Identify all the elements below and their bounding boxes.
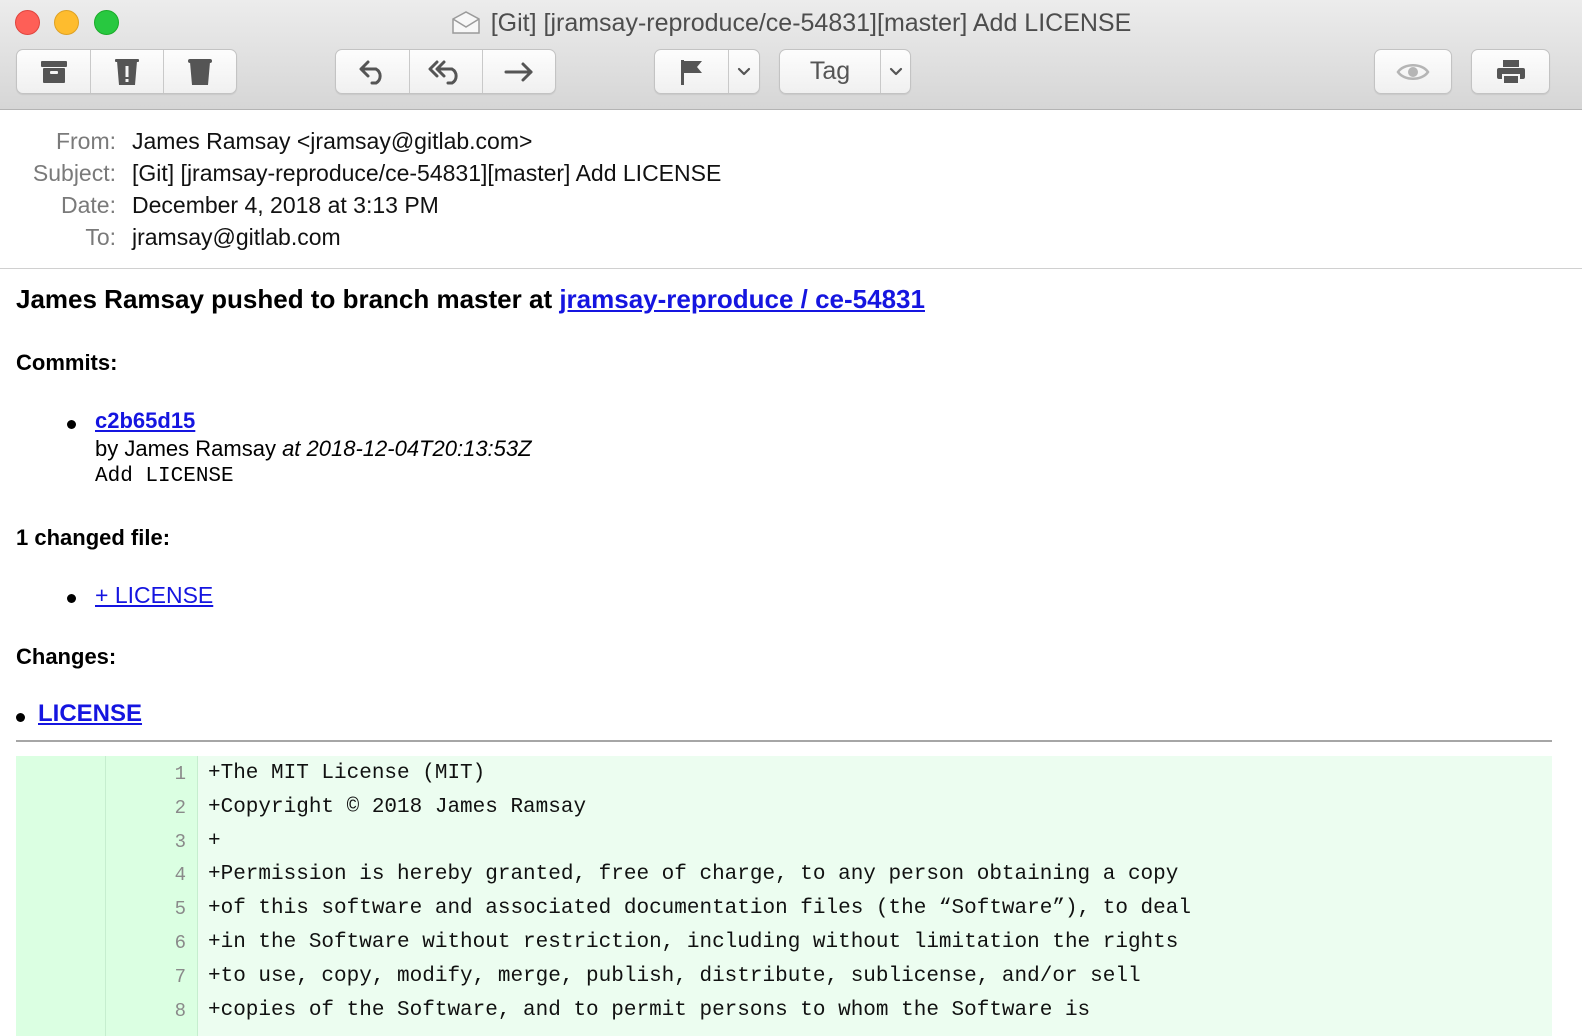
junk-button[interactable] (91, 50, 164, 93)
header-divider (0, 268, 1582, 269)
diff-line-number: 6 (174, 932, 186, 954)
window-title-bar: [Git] [jramsay-reproduce/ce-54831][maste… (0, 6, 1582, 44)
eye-icon (1396, 61, 1430, 83)
to-row: To: jramsay@gitlab.com (0, 221, 1582, 253)
tag-chevron-icon (889, 67, 903, 77)
print-group (1471, 49, 1550, 94)
from-row: From: James Ramsay <jramsay@gitlab.com> (0, 125, 1582, 157)
diff-line-number: 4 (174, 864, 186, 887)
chevron-down-icon (737, 67, 751, 77)
date-row: Date: December 4, 2018 at 3:13 PM (0, 189, 1582, 221)
diff-line-code: +Permission is hereby granted, free of c… (208, 863, 1179, 887)
diff-line: 7 +to use, copy, modify, merge, publish, … (16, 960, 1552, 994)
forward-button[interactable] (483, 50, 555, 93)
changes-file-item: LICENSE (38, 700, 142, 728)
commit-sha-link[interactable]: c2b65d15 (95, 408, 195, 433)
diff-line-number: 1 (174, 763, 186, 785)
print-button[interactable] (1472, 50, 1549, 93)
commit-meta: by James Ramsay at 2018-12-04T20:13:53Z (95, 435, 532, 463)
flag-menu-button[interactable] (729, 50, 759, 93)
headline-text: James Ramsay pushed to branch master at (16, 284, 560, 314)
diff-table: 1 +The MIT License (MIT) 2 +Copyright © 201… (16, 756, 1552, 1036)
diff-line-code: +copies of the Software, and to permit p… (208, 998, 1091, 1022)
from-value[interactable]: James Ramsay <jramsay@gitlab.com> (132, 125, 532, 157)
changes-bullet (16, 713, 25, 722)
print-icon (1495, 58, 1527, 86)
diff-line-number: 3 (174, 830, 186, 853)
diff-line-number: 2 (174, 796, 186, 819)
changed-files-heading: 1 changed file: (16, 525, 171, 550)
diff-line-code: +The MIT License (MIT) (208, 762, 486, 785)
commit-author: by James Ramsay (95, 436, 283, 461)
archive-button[interactable] (17, 50, 91, 93)
reply-all-button[interactable] (410, 50, 483, 93)
project-link[interactable]: jramsay-reproduce / ce-54831 (559, 284, 925, 314)
preview-button[interactable] (1375, 50, 1451, 93)
trash-icon (187, 57, 213, 87)
commit-bullet (67, 420, 76, 429)
archive-icon (39, 59, 69, 85)
tag-group: Tag (779, 49, 911, 94)
subject-label: Subject: (32, 160, 116, 186)
to-label: To: (85, 224, 116, 250)
commit-message: Add LICENSE (95, 465, 234, 488)
diff-line-number: 8 (174, 999, 186, 1022)
diff-line: 6 +in the Software without restriction, i… (16, 926, 1552, 960)
date-value: December 4, 2018 at 3:13 PM (132, 192, 439, 218)
mailbox-actions-group (16, 49, 237, 94)
commit-timestamp: at 2018-12-04T20:13:53Z (282, 436, 532, 461)
diff-line: 2 +Copyright © 2018 James Ramsay (16, 791, 1552, 825)
window-title: [Git] [jramsay-reproduce/ce-54831][maste… (490, 9, 1132, 37)
diff-line-number: 7 (174, 965, 186, 988)
subject-value: [Git] [jramsay-reproduce/ce-54831][maste… (132, 160, 722, 186)
diff-line-code: +to use, copy, modify, merge, publish, d… (208, 964, 1141, 988)
window-titlebar: [Git] [jramsay-reproduce/ce-54831][maste… (0, 0, 1582, 110)
trash-button[interactable] (164, 50, 236, 93)
diff-line-code: +Copyright © 2018 James Ramsay (208, 795, 587, 819)
diff-line: 3 + (16, 825, 1552, 859)
reply-actions-group (335, 49, 556, 94)
changes-file-link[interactable]: LICENSE (38, 700, 142, 727)
subject-row: Subject: [Git] [jramsay-reproduce/ce-548… (0, 157, 1582, 189)
diff-line-number: 5 (174, 898, 186, 921)
junk-icon (114, 57, 140, 87)
diff-line: 1 +The MIT License (MIT) (16, 757, 1552, 791)
tag-button[interactable]: Tag (780, 50, 881, 93)
tag-label: Tag (809, 57, 851, 85)
changes-heading: Changes: (16, 644, 117, 669)
tag-menu-button[interactable] (881, 50, 910, 93)
envelope-icon (451, 10, 481, 44)
changed-file-item: + LICENSE (95, 582, 213, 609)
from-label: From: (55, 128, 116, 154)
forward-icon (503, 61, 535, 83)
reply-icon (358, 59, 388, 85)
push-headline: James Ramsay pushed to branch master at … (16, 284, 925, 315)
diff-line-code: + (208, 829, 221, 853)
commit-item: c2b65d15 by James Ramsay at 2018-12-04T2… (95, 407, 532, 491)
diff-top-rule (16, 740, 1552, 742)
flag-icon (678, 58, 706, 86)
diff-line: 5 +of this software and associated docume… (16, 892, 1552, 926)
diff-line: 8 +copies of the Software, and to permit … (16, 994, 1552, 1028)
preview-group (1374, 49, 1452, 94)
reply-button[interactable] (336, 50, 410, 93)
commits-heading: Commits: (16, 350, 118, 375)
diff-line-code: +in the Software without restriction, in… (208, 931, 1179, 954)
diff-line-code: +of this software and associated documen… (208, 897, 1191, 921)
reply-all-icon (428, 59, 464, 85)
file-bullet (67, 594, 76, 603)
to-value[interactable]: jramsay@gitlab.com (132, 221, 341, 253)
flag-group (654, 49, 760, 94)
flag-button[interactable] (655, 50, 729, 93)
changed-file-link[interactable]: + LICENSE (95, 582, 213, 608)
date-label: Date: (61, 192, 116, 218)
diff-line: 4 +Permission is hereby granted, free of … (16, 858, 1552, 892)
